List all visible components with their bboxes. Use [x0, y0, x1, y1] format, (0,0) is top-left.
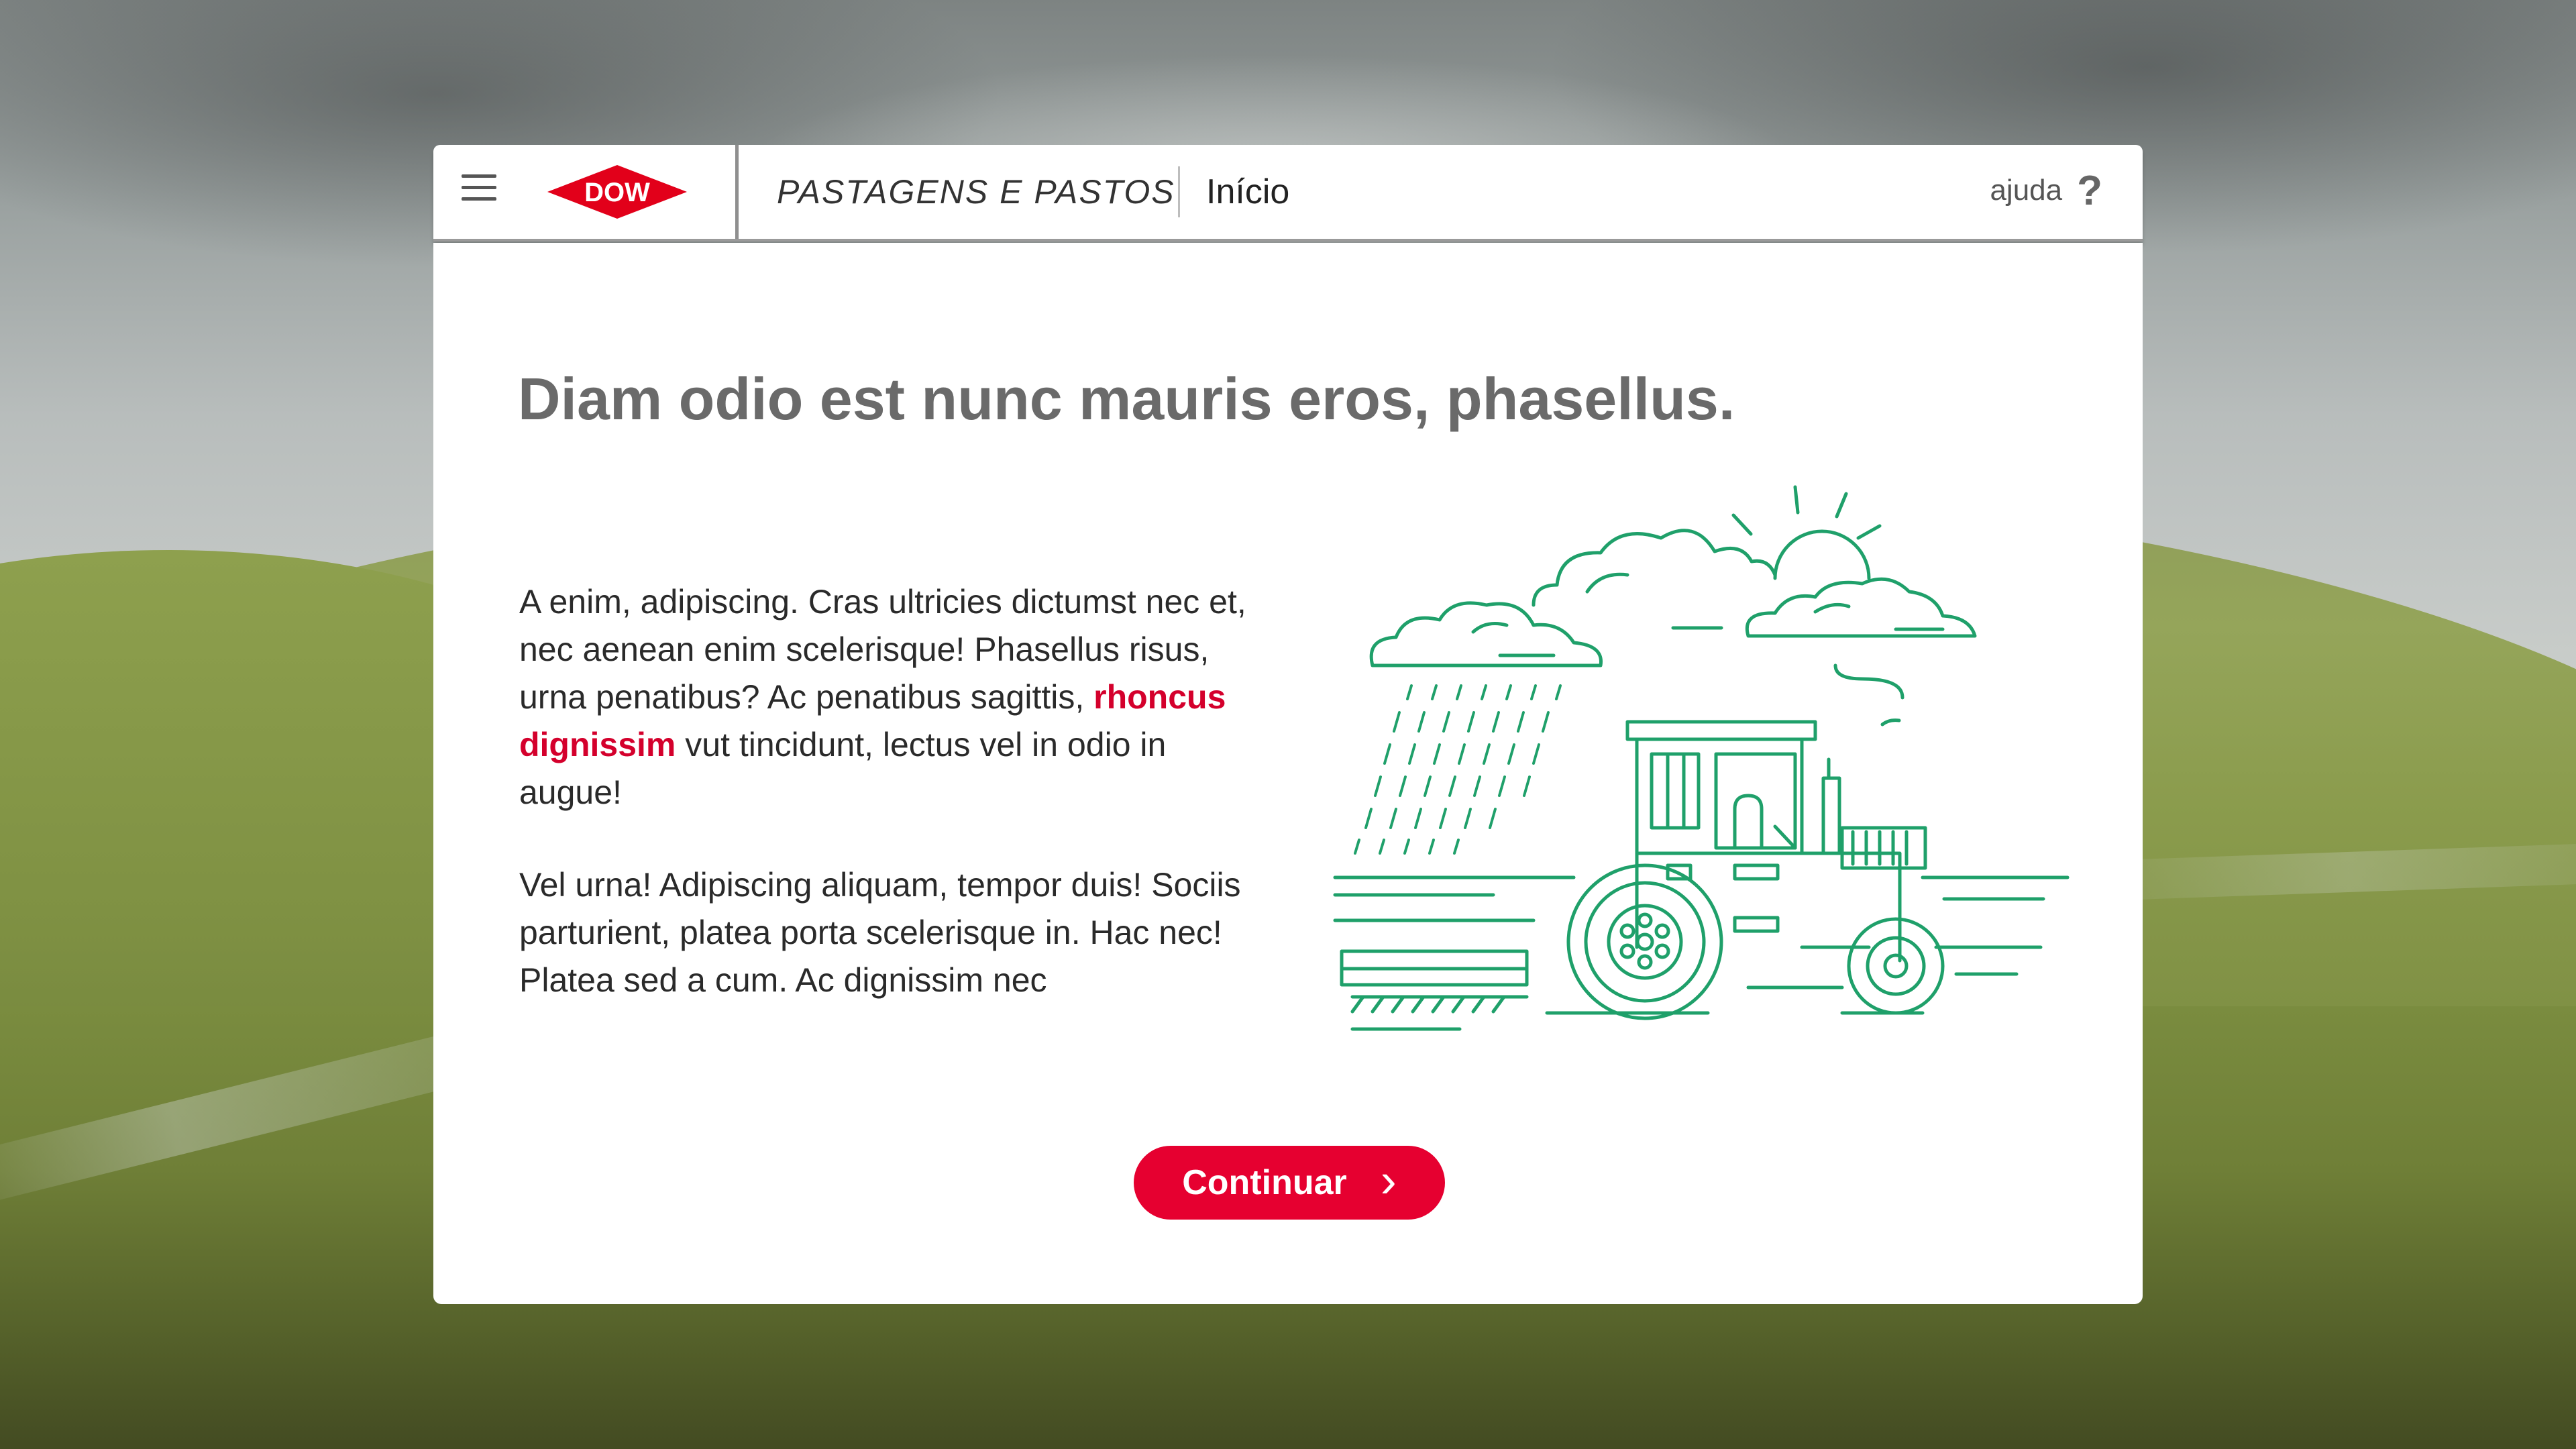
continue-button[interactable]: Continuar ›: [1134, 1146, 1445, 1220]
tractor-icon: [1566, 720, 1945, 1020]
breadcrumb-inicio[interactable]: Início: [1206, 170, 1289, 213]
header-divider: [1178, 166, 1180, 217]
hamburger-menu-icon[interactable]: [462, 174, 499, 209]
second-paragraph: Vel urna! Adipiscing aliquam, tempor dui…: [519, 866, 1241, 999]
sun-icon: [1731, 485, 1882, 580]
harrow: [1340, 949, 1529, 1014]
tractor-rain-illustration: [1333, 485, 2070, 1031]
help-button[interactable]: ajuda ?: [1990, 167, 2102, 214]
question-mark-icon: ?: [2077, 167, 2102, 214]
help-label: ajuda: [1990, 174, 2063, 207]
cloud-icon: [1532, 529, 1777, 607]
dow-logo-text: DOW: [584, 178, 650, 207]
cloud-icon: [1746, 577, 1977, 638]
cloud-icon: [1369, 601, 1603, 667]
svg-text:®: ®: [661, 203, 667, 213]
header-divider: [735, 145, 739, 239]
continue-label: Continuar: [1182, 1163, 1347, 1202]
dow-logo: DOW ®: [547, 165, 687, 219]
intro-paragraph: A enim, adipiscing. Cras ultricies dictu…: [519, 578, 1257, 816]
chevron-right-icon: ›: [1380, 1154, 1397, 1208]
rain: [1354, 684, 1562, 855]
page-headline: Diam odio est nunc mauris eros, phasellu…: [518, 366, 1735, 432]
app-header: DOW ® PASTAGENS E PASTOS Início ajuda ?: [433, 145, 2143, 241]
section-title: PASTAGENS E PASTOS: [777, 173, 1175, 211]
content-card: Diam odio est nunc mauris eros, phasellu…: [433, 243, 2143, 1304]
